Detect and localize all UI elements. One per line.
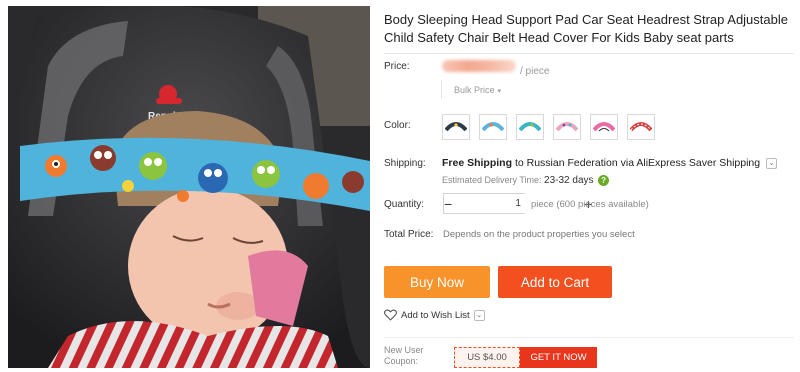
caret-down-icon: ▾ — [497, 88, 502, 95]
heart-icon — [384, 309, 397, 321]
product-photo: Renolux — [8, 6, 370, 368]
product-title: Body Sleeping Head Support Pad Car Seat … — [384, 12, 788, 45]
coupon-label: New User Coupon: — [384, 345, 424, 366]
bulk-price-dropdown[interactable]: Bulk Price ▾ — [441, 81, 501, 99]
color-swatch-list — [442, 114, 655, 140]
product-image[interactable]: Renolux — [8, 6, 370, 368]
price-value-blurred — [442, 60, 516, 72]
product-detail-panel: Body Sleeping Head Support Pad Car Seat … — [384, 0, 794, 372]
shipping-info: Free Shipping to Russian Federation via … — [442, 157, 778, 169]
coupon-amount: US $4.00 — [454, 347, 520, 368]
estimated-delivery: Estimated Delivery Time: 23-32 days ? — [442, 175, 610, 187]
add-to-cart-button[interactable]: Add to Cart — [498, 266, 612, 298]
quantity-available: piece (600 pieces available) — [531, 199, 649, 210]
headband-thumbnail-icon — [482, 122, 504, 132]
color-label: Color: — [384, 120, 411, 131]
price-label: Price: — [384, 61, 410, 72]
wishlist-label: Add to Wish List — [401, 309, 470, 321]
shipping-options-chevron-icon[interactable]: ⌄ — [766, 157, 778, 169]
total-price-text: Depends on the product properties you se… — [443, 229, 635, 240]
free-shipping-text: Free Shipping — [442, 157, 513, 169]
quantity-stepper: − + — [443, 193, 592, 214]
color-swatch-pink-dots[interactable] — [553, 114, 581, 140]
quantity-decrease-button[interactable]: − — [444, 194, 452, 213]
headband-thumbnail-icon — [593, 122, 615, 132]
color-swatch-red-white[interactable] — [627, 114, 655, 140]
wishlist-chevron-icon[interactable]: ⌄ — [473, 309, 485, 321]
get-coupon-button[interactable]: GET IT NOW — [520, 347, 597, 368]
add-to-wishlist-button[interactable]: Add to Wish List ⌄ — [384, 309, 485, 321]
coupon-divider — [384, 337, 794, 338]
quantity-label: Quantity: — [384, 199, 425, 210]
price-unit: / piece — [520, 66, 550, 77]
shipping-method: via AliExpress Saver Shipping — [620, 157, 761, 169]
bulk-price-label: Bulk Price — [454, 85, 495, 95]
help-icon[interactable]: ? — [598, 175, 610, 187]
color-swatch-blue-owls[interactable] — [479, 114, 507, 140]
shipping-destination[interactable]: Russian Federation — [527, 157, 618, 169]
shipping-to-text: to — [514, 157, 524, 169]
shipping-label: Shipping: — [384, 158, 426, 169]
title-divider — [384, 53, 794, 54]
color-swatch-teal-owls[interactable] — [516, 114, 544, 140]
color-swatch-pink-strap[interactable] — [590, 114, 618, 140]
headband-thumbnail-icon — [556, 122, 578, 132]
headband-thumbnail-icon — [445, 122, 467, 132]
total-price-label: Total Price: — [384, 229, 434, 240]
color-swatch-dark-owls[interactable] — [442, 114, 470, 140]
delivery-days: 23-32 days — [544, 175, 594, 186]
buy-now-button[interactable]: Buy Now — [384, 266, 490, 298]
delivery-label: Estimated Delivery Time: — [442, 175, 542, 185]
headband-thumbnail-icon — [519, 122, 541, 132]
headband-thumbnail-icon — [630, 122, 652, 132]
new-user-coupon: US $4.00 GET IT NOW — [454, 347, 597, 368]
